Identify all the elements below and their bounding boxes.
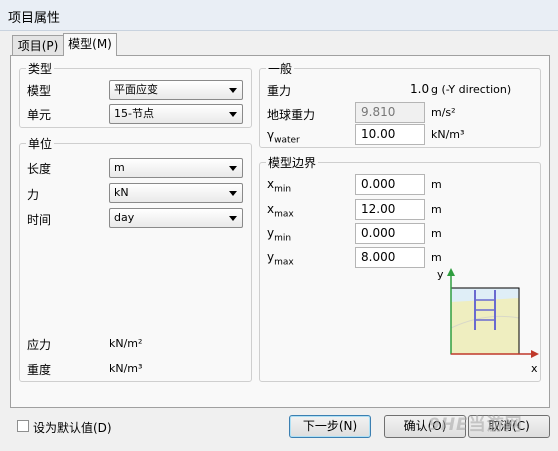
window-title: 项目属性 (8, 11, 61, 26)
force-label: 力 (27, 188, 40, 202)
watermark: 9HE当游网 (428, 410, 523, 435)
ymin-input[interactable]: 0.000 (355, 223, 425, 244)
weight-label: 重度 (27, 363, 52, 377)
soil-region (451, 298, 519, 354)
type-group-legend: 类型 (28, 62, 53, 76)
set-default-checkbox[interactable] (17, 420, 29, 432)
time-label: 时间 (27, 213, 52, 227)
xmin-sub: min (274, 184, 292, 195)
time-select[interactable]: day (109, 208, 243, 228)
ymax-input[interactable]: 8.000 (355, 247, 425, 268)
model-boundary-diagram: y x (437, 268, 539, 375)
earth-gravity-input: 9.810 (355, 102, 425, 123)
y-axis-label: y (437, 268, 444, 281)
tab-model-label: 模型(M) (68, 37, 112, 51)
chevron-down-icon (229, 216, 237, 221)
set-default-label: 设为默认值(D) (33, 421, 112, 435)
x-axis-arrow-icon (531, 350, 539, 358)
next-button[interactable]: 下一步(N) (289, 415, 371, 438)
xmin-input[interactable]: 0.000 (355, 174, 425, 195)
force-select[interactable]: kN (109, 183, 243, 203)
element-select-value: 15-节点 (114, 107, 154, 120)
element-select[interactable]: 15-节点 (109, 104, 243, 124)
time-select-value: day (114, 211, 135, 224)
gamma-subscript: water (274, 135, 300, 146)
earth-gravity-unit: m/s² (431, 106, 456, 119)
units-group-legend: 单位 (28, 137, 53, 151)
length-label: 长度 (27, 162, 52, 176)
model-label: 模型 (27, 84, 52, 98)
force-select-value: kN (114, 186, 129, 199)
gamma-water-label: γwater (267, 128, 300, 145)
chevron-down-icon (229, 166, 237, 171)
xmin-label: xmin (267, 177, 291, 194)
xmax-input[interactable]: 12.00 (355, 199, 425, 220)
chevron-down-icon (229, 88, 237, 93)
ymin-unit: m (431, 227, 442, 240)
ymax-sub: max (274, 257, 294, 268)
title-bar: 项目属性 (0, 0, 558, 31)
weight-unit: kN/m³ (109, 362, 143, 375)
watermark-text: 当游网 (468, 415, 523, 435)
tab-model[interactable]: 模型(M) (63, 33, 117, 56)
xmax-sub: max (274, 209, 294, 220)
bounds-group-legend: 模型边界 (268, 156, 317, 170)
x-axis-label: x (531, 362, 538, 375)
ymin-sub: min (274, 233, 292, 244)
gravity-label: 重力 (267, 84, 292, 98)
ymax-unit: m (431, 251, 442, 264)
gamma-water-unit: kN/m³ (431, 128, 465, 141)
general-group-legend: 一般 (268, 62, 293, 76)
model-select[interactable]: 平面应变 (109, 80, 243, 100)
gravity-unit: g (-Y direction) (431, 83, 512, 96)
chevron-down-icon (229, 112, 237, 117)
tab-project-label: 项目(P) (17, 39, 59, 53)
stress-unit: kN/m² (109, 337, 143, 350)
tab-project[interactable]: 项目(P) (12, 35, 64, 56)
xmin-unit: m (431, 178, 442, 191)
gravity-value: 1.0 (410, 82, 430, 96)
tab-panel: 类型 模型 平面应变 单元 15-节点 单位 长度 m 力 kN 时间 day … (10, 55, 550, 408)
ymax-label: ymax (267, 250, 294, 267)
model-select-value: 平面应变 (114, 83, 158, 96)
xmax-label: xmax (267, 202, 294, 219)
y-axis-arrow-icon (447, 268, 455, 276)
xmax-unit: m (431, 203, 442, 216)
gamma-water-input[interactable]: 10.00 (355, 124, 425, 145)
length-select-value: m (114, 161, 125, 174)
chevron-down-icon (229, 191, 237, 196)
length-select[interactable]: m (109, 158, 243, 178)
stress-label: 应力 (27, 338, 52, 352)
ymin-label: ymin (267, 226, 291, 243)
earth-gravity-label: 地球重力 (267, 108, 316, 122)
element-label: 单元 (27, 108, 52, 122)
watermark-logo-icon: 9HE (428, 415, 469, 435)
